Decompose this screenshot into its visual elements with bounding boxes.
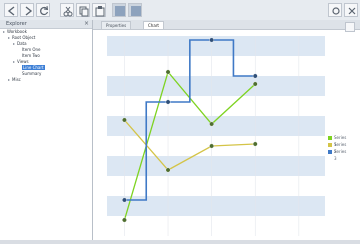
legend-label: Series 3	[334, 149, 347, 161]
refresh-icon[interactable]	[36, 3, 50, 17]
plot-band	[107, 96, 325, 116]
copy-icon[interactable]	[76, 3, 90, 17]
tree-item-label: Misc	[12, 77, 21, 82]
tree-item[interactable]: Item One	[18, 47, 41, 52]
plot-band	[107, 76, 325, 96]
legend-swatch	[328, 143, 332, 147]
tree-item[interactable]: ▸ Misc	[8, 77, 21, 82]
tree-item[interactable]: ▸ Workbook	[3, 29, 27, 34]
tree-item[interactable]: ▸ Data	[13, 41, 27, 46]
legend-item: Series 2	[328, 141, 350, 154]
tab-bar: Properties Chart	[93, 20, 360, 30]
grid-icon[interactable]	[112, 3, 126, 17]
plot-band	[107, 176, 325, 196]
data-point	[165, 99, 171, 105]
table-icon[interactable]	[128, 3, 142, 17]
tree-item[interactable]: ▸ Views	[13, 59, 29, 64]
plot-band	[107, 56, 325, 76]
data-point	[209, 121, 215, 127]
data-point	[165, 69, 171, 75]
cut-icon[interactable]	[60, 3, 74, 17]
data-point	[122, 217, 127, 223]
line-chart	[107, 36, 325, 236]
explorer-panel: Explorer × ▸ Workbook ▸ Root Object ▸ Data Ite…	[0, 20, 93, 240]
plot-band	[107, 36, 325, 56]
data-point	[252, 81, 258, 87]
gear-icon[interactable]	[328, 3, 342, 17]
tree-item[interactable]: Summary	[18, 71, 41, 76]
main-area: Properties Chart Series 1 Series 2 Serie…	[93, 20, 360, 240]
tree-item[interactable]: ▸ Root Object	[8, 35, 35, 40]
expand-icon[interactable]	[345, 22, 355, 32]
legend-swatch	[328, 136, 332, 140]
close-panel-icon[interactable]: ×	[84, 20, 89, 28]
data-point	[252, 73, 258, 79]
toolbar	[0, 0, 360, 21]
tree-item-label: Summary	[22, 71, 42, 76]
paste-icon[interactable]	[92, 3, 106, 17]
data-point	[252, 141, 258, 147]
data-point	[209, 143, 215, 149]
legend-item: Series 1	[328, 134, 350, 147]
tree-item-label: Views	[17, 59, 29, 64]
back-icon[interactable]	[4, 3, 18, 17]
tree-item-label: Item Two	[22, 53, 40, 58]
tree-item-label: Root Object	[12, 35, 36, 40]
tree-item-label: Data	[17, 41, 27, 46]
data-point	[122, 117, 127, 123]
explorer-header: Explorer ×	[0, 20, 92, 29]
chart-legend: Series 1 Series 2 Series 3	[328, 134, 350, 161]
data-point	[122, 197, 127, 203]
data-point	[165, 167, 171, 173]
legend-swatch	[328, 150, 332, 154]
tree-item[interactable]: Line Chart	[18, 65, 45, 70]
forward-icon[interactable]	[20, 3, 34, 17]
explorer-title: Explorer	[6, 21, 27, 27]
tree-item-label: Workbook	[7, 29, 27, 34]
data-point	[209, 37, 215, 43]
application-window: Explorer × ▸ Workbook ▸ Root Object ▸ Data Ite…	[0, 0, 360, 240]
tree-item-label: Item One	[22, 47, 41, 52]
plot-band	[107, 116, 325, 136]
legend-item: Series 3	[328, 148, 350, 161]
tree-item[interactable]: Item Two	[18, 53, 40, 58]
tab-properties[interactable]: Properties	[101, 21, 132, 29]
tree-item-label: Line Chart	[22, 65, 45, 70]
plot-band	[107, 216, 325, 236]
close-icon[interactable]	[344, 3, 358, 17]
plot-band	[107, 196, 325, 216]
tab-chart[interactable]: Chart	[143, 21, 164, 29]
chart-view: Series 1 Series 2 Series 3	[93, 30, 360, 240]
